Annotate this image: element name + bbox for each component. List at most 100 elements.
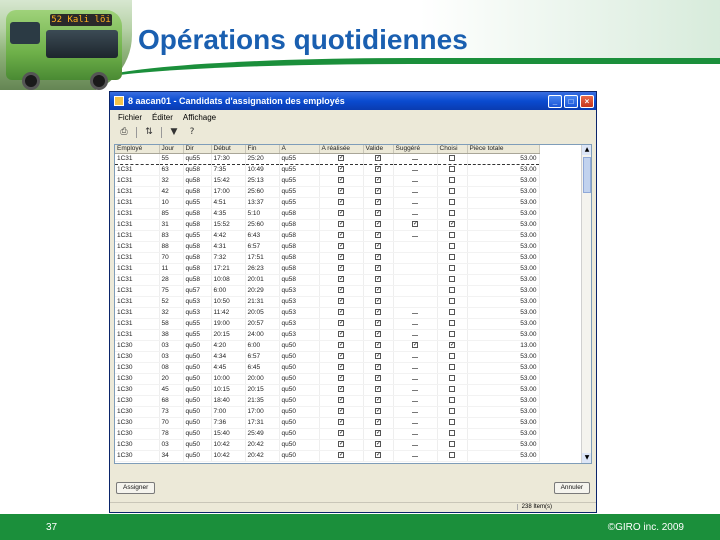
table-row[interactable]: 1C31 10 qu55 4:51 13:37 qu55 ✓ ✓ 53.00 [115,197,540,209]
checkbox[interactable]: ✓ [412,342,418,349]
checkbox[interactable] [449,397,455,404]
checkbox[interactable]: ✓ [338,232,344,239]
checkbox[interactable] [449,309,455,316]
checkbox[interactable]: ✓ [375,408,381,415]
checkbox[interactable]: ✓ [338,155,344,162]
checkbox[interactable]: ✓ [338,188,344,195]
checkbox[interactable] [412,354,418,358]
checkbox[interactable]: ✓ [375,386,381,393]
checkbox[interactable]: ✓ [375,353,381,360]
table-row[interactable]: 1C31 88 qu58 4:31 6:57 qu58 ✓ ✓ 53.00 [115,241,540,253]
checkbox[interactable]: ✓ [375,232,381,239]
checkbox[interactable] [412,233,418,237]
table-row[interactable]: 1C31 31 qu58 15:52 25:60 qu58 ✓ ✓ ✓ ✓ 53.00 [115,219,540,231]
checkbox[interactable] [412,167,418,171]
column-header[interactable]: Pièce totale [467,145,540,154]
table-row[interactable]: 1C30 03 qu50 10:42 20:42 qu50 ✓ ✓ 53.00 [115,439,540,451]
assign-button[interactable]: Assigner [116,482,156,494]
checkbox[interactable] [412,409,418,413]
checkbox[interactable]: ✓ [338,342,344,349]
table-row[interactable]: 1C31 28 qu58 10:08 20:01 qu58 ✓ ✓ 53.00 [115,274,540,286]
checkbox[interactable]: ✓ [375,430,381,437]
menu-editer[interactable]: Éditer [152,113,173,122]
checkbox[interactable]: ✓ [449,342,455,349]
checkbox[interactable]: ✓ [412,221,418,228]
checkbox[interactable]: ✓ [375,243,381,250]
checkbox[interactable]: ✓ [338,210,344,217]
table-row[interactable]: 1C31 55 qu55 17:30 25:20 qu55 ✓ ✓ 53.00 [115,152,540,165]
checkbox[interactable] [412,387,418,391]
scroll-up-icon[interactable]: ▲ [582,145,591,155]
checkbox[interactable] [449,188,455,195]
checkbox[interactable]: ✓ [449,221,455,228]
checkbox[interactable]: ✓ [375,199,381,206]
vertical-scrollbar[interactable]: ▲ ▼ [581,145,591,463]
checkbox[interactable] [449,419,455,426]
scroll-down-icon[interactable]: ▼ [582,453,591,463]
checkbox[interactable]: ✓ [338,276,344,283]
checkbox[interactable] [412,398,418,402]
checkbox[interactable]: ✓ [338,331,344,338]
checkbox[interactable] [449,375,455,382]
column-header[interactable]: Début [211,145,246,154]
table-row[interactable]: 1C31 32 qu53 11:42 20:05 qu53 ✓ ✓ 53.00 [115,307,540,319]
table-row[interactable]: 1C31 58 qu55 19:00 20:57 qu53 ✓ ✓ 53.00 [115,318,540,330]
column-header[interactable]: Jour [159,145,184,154]
column-header[interactable]: Employé [115,145,160,154]
checkbox[interactable] [449,353,455,360]
checkbox[interactable]: ✓ [338,408,344,415]
checkbox[interactable] [449,243,455,250]
checkbox[interactable]: ✓ [375,210,381,217]
checkbox[interactable]: ✓ [375,188,381,195]
checkbox[interactable]: ✓ [338,309,344,316]
cancel-button[interactable]: Annuler [553,482,590,494]
table-row[interactable]: 1C31 32 qu58 15:42 25:13 qu55 ✓ ✓ 53.00 [115,175,540,187]
column-header[interactable]: À [279,145,320,154]
checkbox[interactable] [412,376,418,380]
checkbox[interactable] [412,211,418,215]
table-row[interactable]: 1C30 08 qu50 4:45 6:45 qu50 ✓ ✓ 53.00 [115,362,540,374]
checkbox[interactable] [449,320,455,327]
checkbox[interactable] [412,332,418,336]
checkbox[interactable] [412,321,418,325]
checkbox[interactable]: ✓ [338,364,344,371]
sort-icon[interactable]: ⇅ [143,126,155,138]
table-row[interactable]: 1C31 52 qu53 10:50 21:31 qu53 ✓ ✓ 53.00 [115,296,540,308]
column-header[interactable]: Fin [245,145,280,154]
checkbox[interactable] [412,178,418,182]
table-row[interactable]: 1C30 03 qu50 4:20 6:00 qu50 ✓ ✓ ✓ ✓ 13.00 [115,340,540,352]
checkbox[interactable] [449,430,455,437]
checkbox[interactable]: ✓ [375,254,381,261]
checkbox[interactable]: ✓ [375,397,381,404]
checkbox[interactable]: ✓ [375,221,381,228]
checkbox[interactable]: ✓ [338,199,344,206]
checkbox[interactable]: ✓ [338,320,344,327]
table-row[interactable]: 1C30 68 qu50 18:40 21:35 qu50 ✓ ✓ 53.00 [115,395,540,407]
table-row[interactable]: 1C31 38 qu55 20:15 24:00 qu53 ✓ ✓ 53.00 [115,329,540,341]
checkbox[interactable] [412,310,418,314]
checkbox[interactable] [449,287,455,294]
table-row[interactable]: 1C30 03 qu50 4:34 6:57 qu50 ✓ ✓ 53.00 [115,351,540,363]
checkbox[interactable]: ✓ [375,342,381,349]
checkbox[interactable]: ✓ [375,320,381,327]
checkbox[interactable]: ✓ [338,375,344,382]
checkbox[interactable] [449,298,455,305]
checkbox[interactable] [449,210,455,217]
checkbox[interactable]: ✓ [338,397,344,404]
checkbox[interactable]: ✓ [338,166,344,173]
table-row[interactable]: 1C30 78 qu50 15:40 25:49 qu50 ✓ ✓ 53.00 [115,428,540,440]
column-header[interactable]: Suggéré [393,145,438,154]
window-titlebar[interactable]: 8 aacan01 - Candidats d'assignation des … [110,92,596,110]
scroll-thumb[interactable] [583,157,591,193]
checkbox[interactable]: ✓ [338,287,344,294]
column-header[interactable]: A réalisée [319,145,364,154]
checkbox[interactable]: ✓ [338,265,344,272]
checkbox[interactable] [449,386,455,393]
checkbox[interactable]: ✓ [338,430,344,437]
minimize-button[interactable]: _ [548,94,562,108]
print-icon[interactable]: ⎙ [118,126,130,138]
checkbox[interactable] [449,177,455,184]
checkbox[interactable] [449,254,455,261]
checkbox[interactable]: ✓ [375,298,381,305]
checkbox[interactable] [412,189,418,193]
